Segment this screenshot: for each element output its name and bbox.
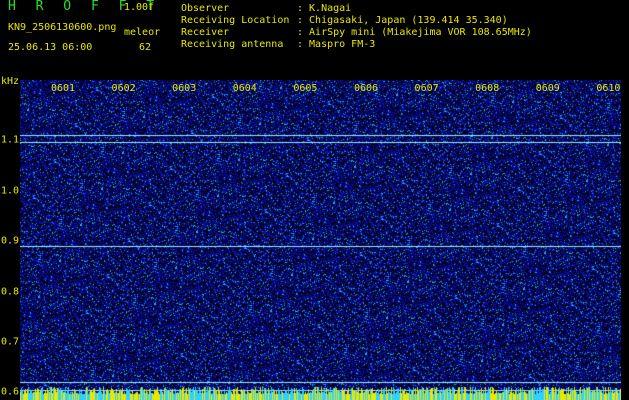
y-tick-label: 1.1	[1, 134, 20, 146]
location-label: Receiving Location	[181, 15, 290, 26]
date-time: 25.06.13 06:00	[8, 42, 93, 53]
antenna-value: : Maspro FM-3	[297, 39, 376, 50]
x-tick-label: 0607	[414, 83, 439, 94]
y-tick-label: 0.9	[1, 235, 20, 247]
x-tick-label: 0604	[232, 83, 257, 94]
header-panel: H R O F F T 1.00f KN9_2506130600.png mel…	[0, 0, 629, 76]
file-name: KN9_2506130600.png	[8, 22, 117, 33]
x-tick-label: 0610	[596, 83, 621, 94]
count-value: 62	[139, 42, 152, 53]
waterfall-plot	[20, 80, 621, 400]
x-tick-label: 0603	[172, 83, 197, 94]
x-tick-label: 0608	[475, 83, 500, 94]
y-tick-label: 0.7	[1, 336, 20, 348]
right-margin	[621, 80, 629, 400]
location-value: : Chigasaki, Japan (139.414 35.340)	[297, 15, 508, 26]
station-name: meleor	[124, 27, 161, 38]
version-label: 1.00f	[124, 2, 155, 13]
observer-label: Observer	[181, 3, 230, 14]
antenna-label: Receiving antenna	[181, 39, 284, 50]
y-tick-label: 0.8	[1, 286, 20, 298]
spectrogram-canvas	[20, 80, 621, 400]
x-tick-label: 0606	[353, 83, 379, 94]
y-tick-label: 1.0	[1, 185, 20, 197]
x-tick-label: 0609	[535, 83, 560, 94]
x-tick-label: 0601	[50, 83, 76, 94]
x-tick-label: 0602	[111, 83, 136, 94]
x-tick-label: 0605	[293, 83, 318, 94]
unit-label: kHz	[1, 76, 20, 87]
receiver-value: : AirSpy mini (Miakejima VOR 108.65MHz)	[297, 27, 532, 38]
y-tick-label: 0.6	[1, 386, 20, 398]
observer-value: : K.Nagai	[297, 3, 352, 14]
receiver-label: Receiver	[181, 27, 230, 38]
